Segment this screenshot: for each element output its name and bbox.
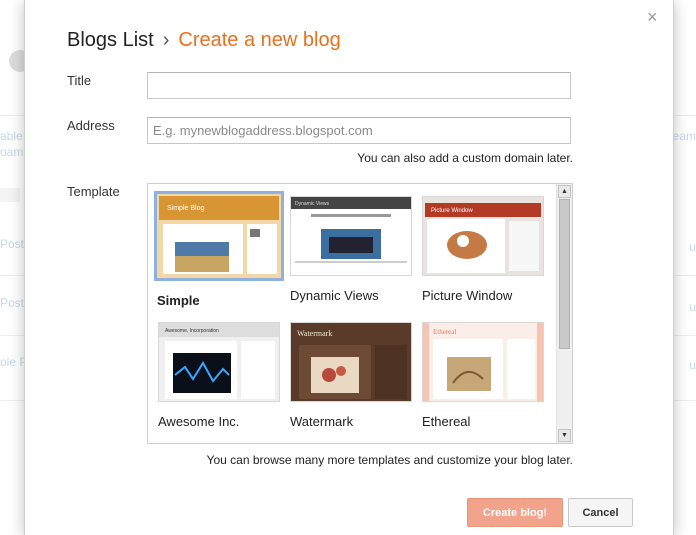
ethereal-preview-image: Ethereal <box>423 323 543 401</box>
template-thumbnail: Awesome, Incorporation <box>158 322 280 402</box>
template-name: Ethereal <box>422 414 471 429</box>
bg-text-fragment: Post <box>0 237 25 251</box>
breadcrumb-blogs-list[interactable]: Blogs List <box>67 29 154 51</box>
bg-text-fragment: u <box>689 358 696 372</box>
thumb-caption: Dynamic Views <box>295 201 330 207</box>
template-thumbnail: Dynamic Views <box>290 196 412 276</box>
address-hint: You can also add a custom domain later. <box>357 151 573 165</box>
divider <box>672 400 696 401</box>
divider <box>672 115 696 116</box>
picture-window-preview-image: Picture Window <box>423 197 543 275</box>
bg-arrow-icon <box>0 188 20 202</box>
divider <box>0 115 24 116</box>
template-thumbnail: Watermark <box>290 322 412 402</box>
scroll-down-icon[interactable]: ▼ <box>558 429 571 442</box>
simple-preview-image: Simple Blog <box>157 194 281 278</box>
template-option-picture-window[interactable]: Picture Window Picture Window <box>422 196 548 303</box>
watermark-preview-image: Watermark <box>291 323 411 401</box>
template-option-simple[interactable]: Simple Blog Simple <box>154 191 284 308</box>
divider <box>672 335 696 336</box>
bg-text-fragment: able <box>0 129 23 143</box>
bg-text-fragment: u <box>689 300 696 314</box>
awesome-inc-preview-image: Awesome, Incorporation <box>159 323 279 401</box>
divider <box>672 275 696 276</box>
breadcrumb: Blogs List › Create a new blog <box>67 29 341 52</box>
thumb-caption: Simple Blog <box>167 205 204 212</box>
template-scrollbar[interactable]: ▲ ▼ <box>556 184 572 443</box>
thumb-caption: Watermark <box>297 329 332 338</box>
template-option-dynamic-views[interactable]: Dynamic Views Dynamic Views <box>290 196 416 303</box>
template-name: Picture Window <box>422 288 513 303</box>
breadcrumb-separator-icon: › <box>162 29 170 51</box>
thumb-caption: Ethereal <box>433 328 456 336</box>
thumb-caption: Picture Window <box>431 208 473 214</box>
template-label: Template <box>67 184 120 199</box>
bg-text-fragment: eam <box>672 129 696 143</box>
template-thumbnail: Simple Blog <box>154 191 284 281</box>
template-option-awesome-inc[interactable]: Awesome, Incorporation Awesome Inc. <box>158 322 284 429</box>
template-option-watermark[interactable]: Watermark Watermark <box>290 322 416 429</box>
template-name: Dynamic Views <box>290 288 379 303</box>
template-thumbnail: Ethereal <box>422 322 544 402</box>
scroll-up-icon[interactable]: ▲ <box>558 185 571 198</box>
dynamic-views-preview-image: Dynamic Views <box>291 197 411 275</box>
bg-text-fragment: Post <box>0 296 25 310</box>
title-input[interactable] <box>147 72 571 99</box>
bg-text-fragment: u <box>689 240 696 254</box>
template-name: Simple <box>157 293 200 308</box>
template-chooser: Simple Blog Simple Dynamic Views Dynamic… <box>147 183 573 444</box>
thumb-caption: Awesome, Incorporation <box>165 328 219 334</box>
divider <box>0 275 24 276</box>
title-label: Title <box>67 73 92 88</box>
divider <box>0 400 24 401</box>
create-blog-button[interactable]: Create blog! <box>467 498 563 527</box>
divider <box>0 335 24 336</box>
template-hint: You can browse many more templates and c… <box>206 453 573 467</box>
template-option-ethereal[interactable]: Ethereal Ethereal <box>422 322 548 429</box>
bg-text-fragment: oam <box>0 145 24 159</box>
template-name: Awesome Inc. <box>158 414 240 429</box>
template-name: Watermark <box>290 414 354 429</box>
close-icon[interactable]: × <box>647 8 658 26</box>
scrollbar-thumb[interactable] <box>559 199 570 349</box>
template-thumbnail: Picture Window <box>422 196 544 276</box>
page-title: Create a new blog <box>178 29 341 51</box>
address-label: Address <box>67 118 115 133</box>
address-input[interactable] <box>147 117 571 144</box>
create-blog-dialog: × Blogs List › Create a new blog Title Add… <box>24 0 674 535</box>
cancel-button[interactable]: Cancel <box>568 498 633 527</box>
